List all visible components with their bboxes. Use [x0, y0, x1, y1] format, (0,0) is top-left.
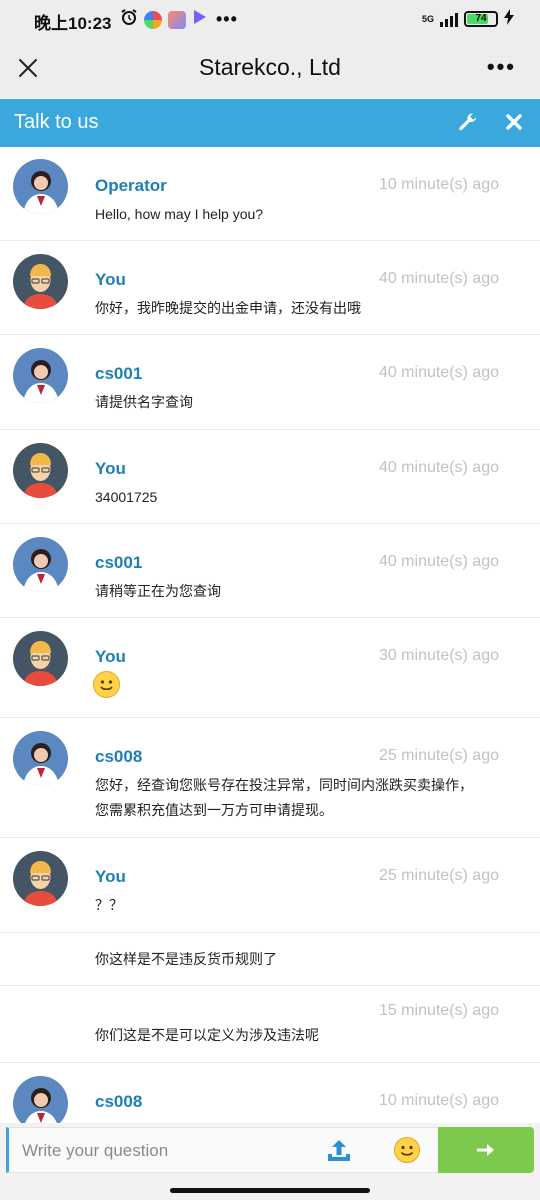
user-avatar	[13, 254, 68, 309]
charging-icon	[504, 9, 514, 28]
message-time: 15 minute(s) ago	[378, 1002, 499, 1019]
message-text: 请提供名字查询	[95, 394, 193, 410]
more-options-icon[interactable]: •••	[487, 54, 516, 80]
more-notifications-icon: •••	[216, 9, 238, 29]
message-item: You 30 minute(s) ago	[0, 618, 540, 718]
message-item: You 40 minute(s) ago 34001725	[0, 430, 540, 524]
signal-icon	[440, 11, 458, 27]
message-text: ？？	[95, 897, 123, 913]
operator-avatar	[13, 731, 68, 786]
operator-avatar	[13, 348, 68, 403]
message-text: 你这样是不是违反货币规则了	[95, 951, 277, 967]
message-text-line2: 您需累积充值达到一万方可申请提现。	[95, 802, 333, 818]
message-time: 40 minute(s) ago	[378, 553, 499, 570]
message-item: cs001 40 minute(s) ago 请提供名字查询	[0, 335, 540, 430]
operator-avatar	[13, 1076, 68, 1123]
operator-avatar	[13, 159, 68, 214]
message-text: 你好，我昨晚提交的出金申请，还没有出哦	[95, 300, 361, 316]
user-avatar	[13, 443, 68, 498]
message-text: 你们这是不是可以定义为涉及违法呢	[95, 1027, 319, 1043]
network-label: 5G	[421, 13, 434, 24]
status-notification-icons: •••	[120, 8, 238, 31]
message-sender: cs008	[95, 1092, 143, 1111]
home-bar	[0, 1177, 540, 1200]
message-time: 40 minute(s) ago	[378, 459, 499, 476]
title-bar: Starekco., Ltd •••	[0, 40, 540, 98]
alarm-clock-icon	[120, 8, 138, 31]
message-item: You 25 minute(s) ago ？？	[0, 838, 540, 933]
message-sender: Operator	[95, 176, 167, 195]
message-list[interactable]: Operator 10 minute(s) ago Hello, how may…	[0, 147, 540, 1123]
app-icon-pinwheel	[144, 10, 162, 29]
message-sender: cs001	[95, 553, 143, 572]
message-text: 您好，经查询您账号存在投注异常，同时间内涨跌买卖操作，	[95, 777, 473, 793]
message-item: cs001 40 minute(s) ago 请稍等正在为您查询	[0, 524, 540, 618]
message-text: 请稍等正在为您查询	[95, 583, 221, 599]
message-item: cs008 25 minute(s) ago 您好，经查询您账号存在投注异常，同…	[0, 718, 540, 838]
message-time: 30 minute(s) ago	[378, 647, 499, 664]
app-icon-play	[192, 8, 208, 31]
message-sender: You	[95, 459, 126, 478]
message-time: 10 minute(s) ago	[378, 176, 499, 193]
upload-icon[interactable]	[325, 1138, 353, 1164]
message-item: cs008 10 minute(s) ago	[0, 1063, 540, 1123]
message-time: 10 minute(s) ago	[378, 1092, 499, 1109]
message-time: 40 minute(s) ago	[378, 364, 499, 381]
message-sender: You	[95, 647, 126, 666]
message-item: Operator 10 minute(s) ago Hello, how may…	[0, 147, 540, 241]
message-item: You 40 minute(s) ago 你好，我昨晚提交的出金申请，还没有出哦	[0, 241, 540, 335]
status-bar: 晚上10:23 ••• 5G 74	[0, 0, 540, 40]
user-avatar	[13, 851, 68, 906]
message-sender: You	[95, 270, 126, 289]
question-input[interactable]: Write your question	[6, 1127, 438, 1173]
send-button[interactable]	[438, 1127, 534, 1173]
page-title: Starekco., Ltd	[199, 54, 341, 80]
message-sender: cs008	[95, 747, 143, 766]
message-text: Hello, how may I help you?	[95, 206, 264, 222]
battery-icon: 74	[464, 10, 498, 27]
close-chat-icon[interactable]	[504, 112, 524, 132]
operator-avatar	[13, 537, 68, 592]
status-time: 晚上10:23	[34, 14, 112, 33]
message-sender: You	[95, 867, 126, 886]
chat-header-title: Talk to us	[14, 111, 99, 133]
home-indicator[interactable]	[170, 1188, 370, 1193]
wrench-icon[interactable]	[458, 112, 478, 132]
input-placeholder: Write your question	[22, 1141, 169, 1160]
smile-emoji-icon	[93, 671, 120, 698]
input-bar: Write your question	[0, 1123, 540, 1177]
user-avatar	[13, 631, 68, 686]
arrow-right-icon	[476, 1142, 496, 1158]
chat-header: Talk to us	[0, 99, 540, 147]
message-item: 你这样是不是违反货币规则了	[0, 933, 540, 986]
message-item: 15 minute(s) ago 你们这是不是可以定义为涉及违法呢	[0, 986, 540, 1063]
message-time: 40 minute(s) ago	[378, 270, 499, 287]
emoji-picker-icon[interactable]	[394, 1137, 420, 1163]
message-time: 25 minute(s) ago	[378, 747, 499, 764]
message-text: 34001725	[95, 489, 158, 505]
battery-level: 74	[475, 12, 487, 24]
message-sender: cs001	[95, 364, 143, 383]
app-icon-gallery	[168, 10, 186, 29]
message-time: 25 minute(s) ago	[378, 867, 499, 884]
status-right: 5G 74	[422, 9, 514, 28]
